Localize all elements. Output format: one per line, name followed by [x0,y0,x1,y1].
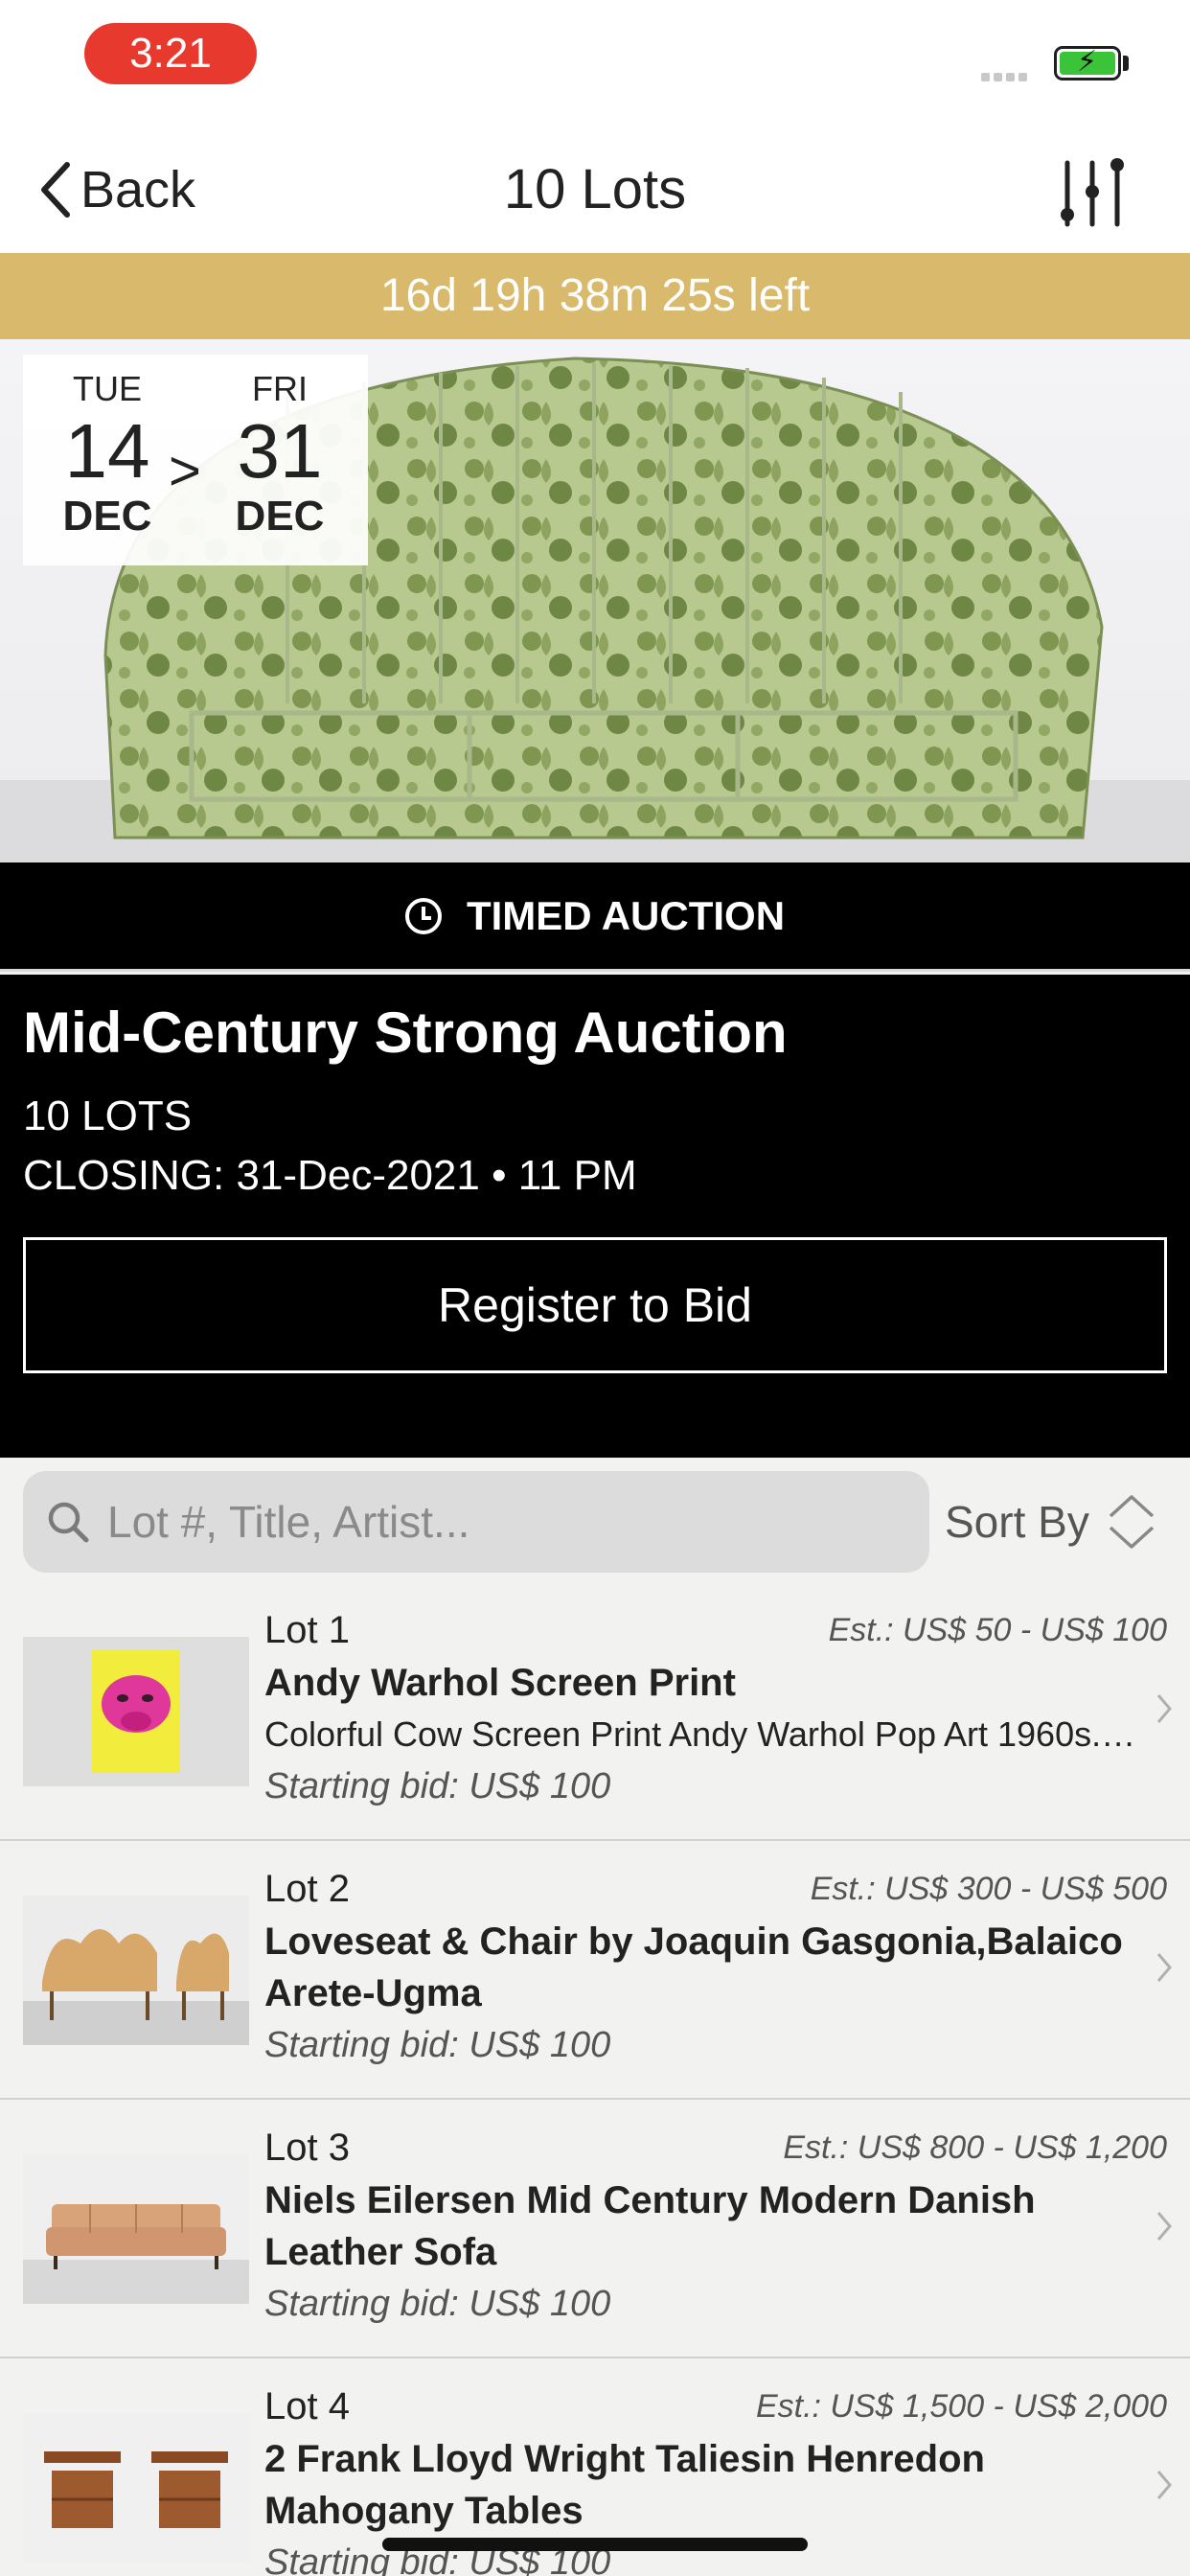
page-title: 10 Lots [503,158,687,220]
search-input[interactable] [107,1496,912,1548]
battery-icon: ⚡ [1054,46,1121,80]
sort-arrows-icon [1109,1495,1155,1549]
lot-title: Loveseat & Chair by Joaquin Gasgonia,Bal… [264,1920,1123,2014]
status-bar: 3:21 ⚡ [0,0,1190,126]
start-date-day: 14 [64,408,150,494]
sort-by-button[interactable]: Sort By [945,1471,1175,1573]
lot-starting-bid: Starting bid: US$ 100 [264,2284,611,2324]
battery-tip [1123,56,1129,71]
search-icon [48,1502,89,1543]
lot-number: Lot 1 [264,1609,350,1651]
signal-dots-icon [981,69,1031,86]
end-date: FRI 31 DEC [213,368,347,540]
start-date-weekday: TUE [73,369,142,408]
lot-thumbnail-image [23,1896,249,2045]
search-sort-row: Sort By [0,1458,1190,1582]
lot-description: Colorful Cow Screen Print Andy Warhol Po… [264,1714,1142,1754]
lots-list: Lot 1 Est.: US$ 50 - US$ 100 Andy Warhol… [0,1582,1190,2576]
end-date-weekday: FRI [252,369,308,408]
auction-hero-image: TUE 14 DEC > FRI 31 DEC [0,339,1190,862]
start-date: TUE 14 DEC [40,368,174,540]
lot-number: Lot 2 [264,1868,350,1910]
lot-title: 2 Frank Lloyd Wright Taliesin Henredon M… [264,2438,985,2532]
auction-info-panel: Mid-Century Strong Auction 10 LOTS CLOSI… [0,975,1190,1458]
lot-starting-bid: Starting bid: US$ 100 [264,1766,611,1806]
lot-estimate: Est.: US$ 50 - US$ 100 [828,1612,1167,1648]
register-to-bid-button[interactable]: Register to Bid [23,1237,1167,1373]
lot-title: Andy Warhol Screen Print [264,1662,736,1704]
clock-icon [404,897,442,934]
chevron-right-icon [1156,2212,1172,2241]
auction-type-label: TIMED AUCTION [466,892,786,938]
auction-date-range: TUE 14 DEC > FRI 31 DEC [23,355,368,565]
search-field[interactable] [23,1471,929,1573]
lot-row[interactable]: Lot 3 Est.: US$ 800 - US$ 1,200 Niels Ei… [0,2100,1190,2358]
lot-thumbnail-image [23,2154,249,2304]
auction-closing: CLOSING: 31-Dec-2021 • 11 PM [23,1152,637,1199]
status-time: 3:21 [84,23,257,84]
start-date-month: DEC [62,493,152,540]
end-date-month: DEC [235,493,325,540]
lot-estimate: Est.: US$ 800 - US$ 1,200 [783,2129,1167,2166]
lot-number: Lot 3 [264,2127,350,2169]
lot-row[interactable]: Lot 2 Est.: US$ 300 - US$ 500 Loveseat &… [0,1841,1190,2100]
date-separator: > [169,440,201,502]
filter-button[interactable] [1058,153,1134,230]
auction-type-bar: TIMED AUCTION [0,862,1190,972]
auction-lots-count: 10 LOTS [23,1092,193,1139]
auction-name: Mid-Century Strong Auction [23,1000,788,1065]
navigation-bar: Back 10 Lots [0,126,1190,253]
lot-estimate: Est.: US$ 300 - US$ 500 [810,1871,1167,1907]
lot-thumbnail-image [23,2413,249,2563]
chevron-right-icon [1156,2471,1172,2499]
countdown-banner: 16d 19h 38m 25s left [0,253,1190,339]
lot-title: Niels Eilersen Mid Century Modern Danish… [264,2179,1036,2273]
lot-starting-bid: Starting bid: US$ 100 [264,2025,611,2065]
lot-estimate: Est.: US$ 1,500 - US$ 2,000 [755,2388,1167,2425]
sort-by-label: Sort By [945,1497,1089,1547]
chevron-right-icon [1156,1953,1172,1982]
home-indicator[interactable] [382,2538,808,2551]
lot-number: Lot 4 [264,2385,350,2427]
lot-row[interactable]: Lot 1 Est.: US$ 50 - US$ 100 Andy Warhol… [0,1582,1190,1841]
auction-lots-screen: 3:21 ⚡ Back 10 Lots 16d 19h 38m 25s left [0,0,1190,2576]
chevron-right-icon [1156,1694,1172,1723]
lot-thumbnail-image [23,1637,249,1786]
sliders-icon [1061,158,1124,227]
end-date-day: 31 [237,408,323,494]
